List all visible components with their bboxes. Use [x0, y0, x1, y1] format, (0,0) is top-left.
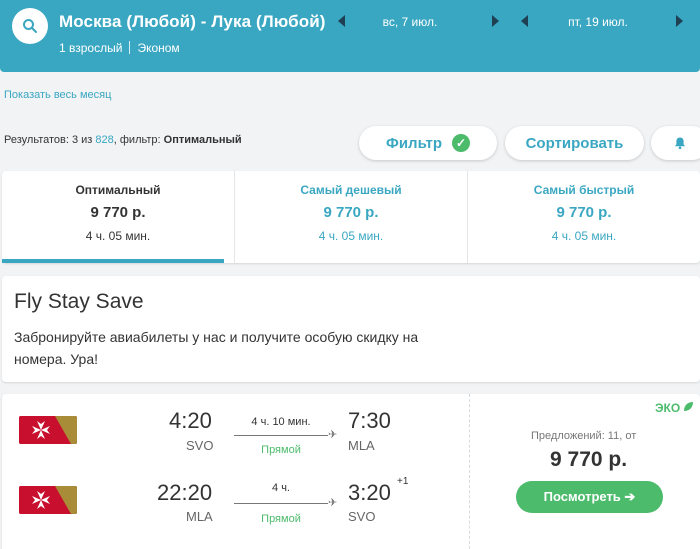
day-shift: +1: [397, 476, 409, 487]
inbound-segment: 22:20 MLA 4 ч. ✈ Прямой 3:20 +1 SVO: [2, 476, 469, 542]
tab-duration: 4 ч. 05 мин.: [551, 229, 617, 243]
promo-text: Забронируйте авиабилеты у нас и получите…: [14, 329, 419, 367]
direct-label: Прямой: [261, 444, 301, 456]
filter-button[interactable]: Фильтр ✓: [359, 126, 497, 160]
promo-card[interactable]: Fly Stay Save Забронируйте авиабилеты у …: [2, 276, 700, 382]
prev-depart-date-icon[interactable]: [338, 15, 345, 27]
passenger-count: 1 взрослый: [59, 41, 123, 55]
departure-airport: SVO: [186, 438, 214, 453]
tab-price: 9 770 р.: [90, 204, 146, 221]
direct-label: Прямой: [261, 513, 301, 525]
arrival-time: 3:20: [348, 480, 391, 505]
depart-date[interactable]: вс, 7 июл.: [350, 15, 470, 29]
route-title[interactable]: Москва (Любой) - Лука (Любой): [59, 12, 326, 32]
tab-price: 9 770 р.: [323, 204, 379, 221]
airline-logo: [19, 486, 77, 514]
departure-airport: MLA: [186, 509, 213, 524]
arrival-airport: MLA: [348, 438, 375, 453]
tab-optimal[interactable]: Оптимальный 9 770 р. 4 ч. 05 мин.: [2, 171, 234, 263]
leaf-icon: [684, 402, 694, 411]
check-icon: ✓: [451, 134, 470, 152]
arrival-airport: SVO: [348, 509, 376, 524]
show-month-link[interactable]: Показать весь месяц: [4, 89, 111, 101]
plane-icon: ✈: [328, 429, 338, 441]
sort-button[interactable]: Сортировать: [505, 126, 644, 160]
eco-badge: ЭКО: [655, 401, 694, 415]
passenger-info[interactable]: 1 взрослый Эконом: [59, 41, 180, 55]
flight-duration: 4 ч. 10 мин.: [251, 416, 311, 428]
ticket-divider: [469, 394, 470, 549]
airline-logo: [19, 416, 77, 444]
tab-label: Самый дешевый: [300, 183, 402, 197]
tab-duration: 4 ч. 05 мин.: [318, 229, 384, 243]
next-depart-date-icon[interactable]: [492, 15, 499, 27]
promo-title: Fly Stay Save: [14, 290, 144, 313]
eco-label: ЭКО: [655, 401, 681, 415]
return-date[interactable]: пт, 19 июл.: [538, 15, 658, 29]
tab-duration: 4 ч. 05 мин.: [85, 229, 151, 243]
results-total-link[interactable]: 828: [95, 134, 113, 146]
ticket-price: 9 770 р.: [550, 448, 628, 471]
outbound-segment: 4:20 SVO 4 ч. 10 мин. ✈ Прямой 7:30 MLA: [2, 408, 469, 468]
maltese-cross-logo: [19, 486, 77, 514]
search-button[interactable]: [12, 8, 48, 44]
flight-line: [234, 503, 328, 504]
prev-return-date-icon[interactable]: [521, 15, 528, 27]
filter-label: Фильтр: [386, 134, 442, 152]
maltese-cross-logo: [19, 416, 77, 444]
divider: [129, 41, 131, 54]
sort-label: Сортировать: [525, 134, 624, 152]
next-return-date-icon[interactable]: [676, 15, 683, 27]
view-button[interactable]: Посмотреть ➔: [516, 481, 663, 513]
results-summary: Результатов: 3 из 828, фильтр: Оптимальн…: [4, 134, 242, 146]
filter-prefix: , фильтр:: [113, 134, 164, 146]
search-icon: [23, 19, 37, 33]
departure-time: 4:20: [169, 408, 212, 433]
cabin-class: Эконом: [137, 41, 180, 55]
sort-tabs: Оптимальный 9 770 р. 4 ч. 05 мин. Самый …: [2, 171, 700, 263]
arrival-time: 7:30: [348, 408, 391, 433]
offers-count: Предложений: 11, от: [531, 430, 637, 442]
tab-fastest[interactable]: Самый быстрый 9 770 р. 4 ч. 05 мин.: [467, 171, 700, 263]
tab-price: 9 770 р.: [556, 204, 612, 221]
plane-icon: ✈: [328, 497, 338, 509]
tab-cheapest[interactable]: Самый дешевый 9 770 р. 4 ч. 05 мин.: [234, 171, 467, 263]
notify-button[interactable]: [651, 126, 700, 160]
tab-label: Оптимальный: [75, 183, 161, 197]
bell-icon: [675, 137, 685, 150]
results-prefix: Результатов: 3 из: [4, 134, 96, 146]
tab-label: Самый быстрый: [533, 183, 635, 197]
departure-time: 22:20: [157, 480, 213, 505]
filter-value: Оптимальный: [163, 134, 242, 146]
search-header: Москва (Любой) - Лука (Любой) 1 взрослый…: [0, 0, 700, 72]
flight-duration: 4 ч.: [272, 482, 290, 494]
flight-line: [234, 435, 328, 436]
